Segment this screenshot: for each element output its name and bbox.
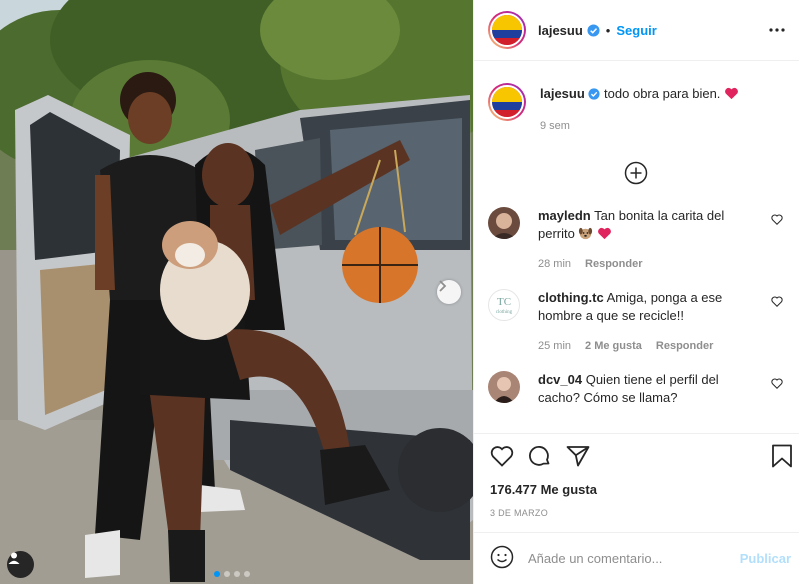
plus-circle-icon xyxy=(624,161,647,185)
action-bar xyxy=(490,444,793,471)
heart-emoji-icon xyxy=(597,227,612,240)
like-comment-heart-icon[interactable] xyxy=(771,295,783,310)
comment-likes[interactable]: 2 Me gusta xyxy=(585,337,642,355)
instagram-post: lajesuu • Seguir lajesuu todo obra para … xyxy=(0,0,799,584)
comment-composer: Publicar xyxy=(474,532,799,584)
comment-username[interactable]: dcv_04 xyxy=(538,372,582,387)
chevron-right-icon xyxy=(439,280,447,292)
share-paper-plane-icon[interactable] xyxy=(566,445,590,470)
avatar[interactable] xyxy=(488,371,520,403)
load-more-comments-button[interactable] xyxy=(488,161,783,185)
comment-input[interactable] xyxy=(528,551,740,566)
username-link[interactable]: lajesuu xyxy=(538,23,583,38)
flag-avatar-image xyxy=(490,85,524,119)
bookmark-icon[interactable] xyxy=(771,444,793,471)
post-photo[interactable] xyxy=(0,0,473,584)
comment-time: 28 min xyxy=(538,258,572,270)
verified-badge-icon xyxy=(588,88,600,100)
comment-time: 25 min xyxy=(538,340,572,352)
heart-emoji-icon xyxy=(724,87,739,100)
post-date: 3 de marzo xyxy=(490,508,549,518)
like-comment-heart-icon[interactable] xyxy=(771,377,783,392)
reply-button[interactable]: Responder xyxy=(585,255,642,273)
carousel-dot xyxy=(234,571,240,577)
comment-item: mayledn Tan bonita la carita del perrito… xyxy=(488,207,783,273)
flag-avatar-image xyxy=(490,13,524,47)
caption-time: 9 sem xyxy=(540,120,570,132)
avatar[interactable] xyxy=(488,83,526,121)
reply-button[interactable]: Responder xyxy=(656,337,713,355)
dog-emoji-icon xyxy=(578,226,593,240)
user-icon xyxy=(8,552,20,564)
caption-username[interactable]: lajesuu xyxy=(540,86,585,101)
comment-bubble-icon[interactable] xyxy=(528,444,552,471)
comment-item: dcv_04 Quien tiene el perfil del cacho? … xyxy=(488,371,783,407)
likes-count[interactable]: 176.477 Me gusta xyxy=(490,482,793,497)
verified-badge-icon xyxy=(587,23,600,37)
carousel-dot xyxy=(224,571,230,577)
comments-list: lajesuu todo obra para bien. 9 sem mayle… xyxy=(474,61,799,433)
svg-text:clothing: clothing xyxy=(496,310,513,315)
avatar[interactable] xyxy=(488,207,520,239)
avatar[interactable] xyxy=(488,11,526,49)
like-comment-heart-icon[interactable] xyxy=(771,213,783,228)
carousel-dot xyxy=(214,571,220,577)
more-options-icon[interactable] xyxy=(765,24,789,36)
caption: lajesuu todo obra para bien. 9 sem xyxy=(488,83,783,135)
comment-username[interactable]: mayledn xyxy=(538,208,591,223)
emoji-smiley-icon[interactable] xyxy=(490,545,514,572)
post-sidebar: lajesuu • Seguir lajesuu todo obra para … xyxy=(473,0,799,584)
post-header: lajesuu • Seguir xyxy=(474,0,799,61)
separator: • xyxy=(605,22,611,38)
publish-button[interactable]: Publicar xyxy=(740,551,791,566)
follow-button[interactable]: Seguir xyxy=(616,23,656,38)
comment-username[interactable]: clothing.tc xyxy=(538,290,604,305)
tagged-users-button[interactable] xyxy=(7,551,34,578)
carousel-indicator xyxy=(214,571,250,577)
next-slide-button[interactable] xyxy=(437,280,461,304)
post-actions: 176.477 Me gusta 3 de marzo xyxy=(474,433,799,518)
caption-text: todo obra para bien. xyxy=(604,86,721,101)
comment-item: TC clothing clothing.tc Amiga, ponga a es… xyxy=(488,289,783,355)
like-heart-icon[interactable] xyxy=(490,445,514,470)
svg-text:TC: TC xyxy=(497,296,511,308)
carousel-dot xyxy=(244,571,250,577)
post-image xyxy=(0,0,473,584)
avatar[interactable]: TC clothing xyxy=(488,289,520,321)
